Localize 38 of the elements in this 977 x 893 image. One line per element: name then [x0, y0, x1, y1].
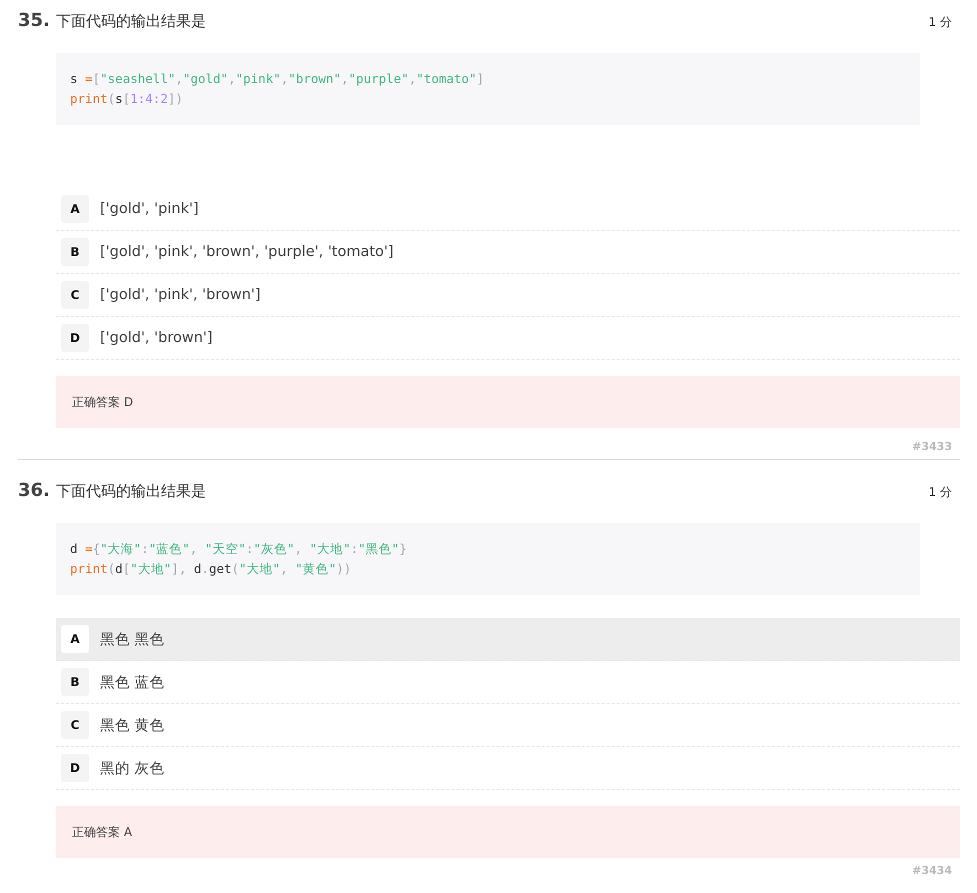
- question-number: 35.: [18, 10, 51, 31]
- option-text: 黑色 蓝色: [100, 674, 165, 692]
- option-letter: B: [61, 238, 89, 266]
- answer-option[interactable]: D 黑的 灰色: [56, 747, 960, 790]
- option-letter: C: [61, 711, 89, 739]
- option-letter: A: [61, 195, 89, 223]
- code-line: print(d["大地"], d.get("大地", "黄色")): [70, 560, 352, 578]
- option-text: 黑色 黄色: [100, 716, 165, 734]
- option-text: ['gold', 'pink', 'brown', 'purple', 'tomato']: [100, 244, 394, 260]
- answer-option[interactable]: C 黑色 黄色: [56, 704, 960, 747]
- answer-option[interactable]: A 黑色 黑色: [56, 618, 960, 661]
- question-text: 下面代码的输出结果是: [56, 482, 207, 501]
- question-text: 下面代码的输出结果是: [56, 12, 207, 31]
- option-letter: D: [61, 754, 89, 782]
- option-text: ['gold', 'pink', 'brown']: [100, 287, 261, 303]
- question-number: 36.: [18, 480, 51, 501]
- option-letter: D: [61, 324, 89, 352]
- answer-option[interactable]: A ['gold', 'pink']: [56, 188, 960, 231]
- question-id: #3433: [912, 440, 952, 453]
- score-label: 1 分: [928, 14, 952, 31]
- question-id: #3434: [912, 864, 952, 877]
- option-text: ['gold', 'pink']: [100, 201, 199, 217]
- correct-answer-text: 正确答案 A: [72, 824, 132, 840]
- option-letter: B: [61, 668, 89, 696]
- code-line: print(s[1:4:2]): [70, 90, 184, 108]
- answer-option[interactable]: B ['gold', 'pink', 'brown', 'purple', 'tomato']: [56, 231, 960, 274]
- answer-option[interactable]: B 黑色 蓝色: [56, 661, 960, 704]
- answer-option[interactable]: C ['gold', 'pink', 'brown']: [56, 274, 960, 317]
- option-text: 黑的 灰色: [100, 760, 165, 778]
- option-letter: A: [61, 625, 89, 653]
- score-label: 1 分: [928, 484, 952, 501]
- option-letter: C: [61, 281, 89, 309]
- code-line: d ={"大海":"蓝色", "天空":"灰色", "大地":"黑色"}: [70, 540, 408, 558]
- answer-option[interactable]: D ['gold', 'brown']: [56, 317, 960, 360]
- option-text: 黑色 黑色: [100, 630, 165, 648]
- code-line: s =["seashell","gold","pink","brown","purple","tomato"]: [70, 70, 486, 88]
- correct-answer-text: 正确答案 D: [72, 394, 134, 410]
- option-text: ['gold', 'brown']: [100, 330, 213, 346]
